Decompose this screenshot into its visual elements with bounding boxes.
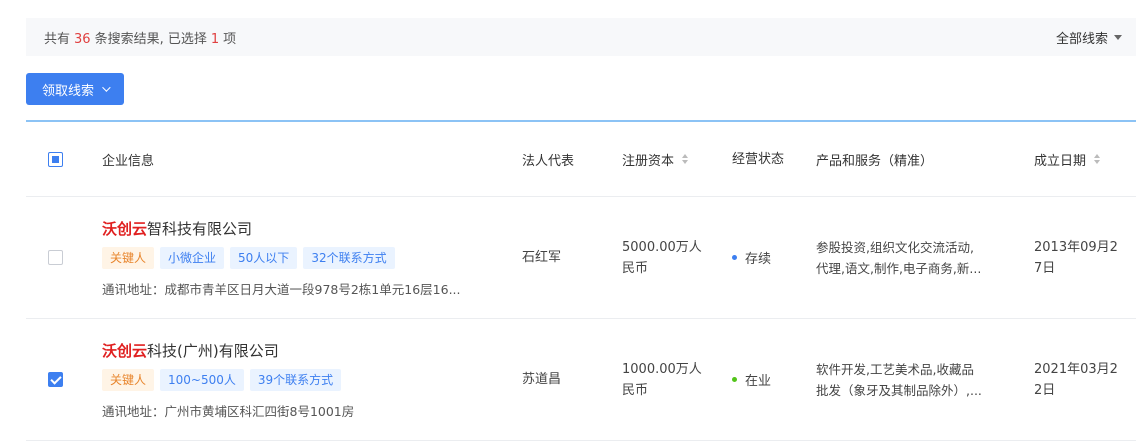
claim-leads-label: 领取线索 bbox=[42, 83, 95, 99]
products-line-1: 参股投资,组织文化交流活动, bbox=[816, 239, 974, 255]
selected-count: 1 bbox=[210, 31, 220, 47]
date-line-1: 2021年03月2 bbox=[1034, 361, 1118, 377]
chevron-down-icon bbox=[102, 83, 111, 92]
founded-date: 2021年03月2 2日 bbox=[1034, 359, 1134, 401]
tag-contacts[interactable]: 32个联系方式 bbox=[303, 246, 395, 269]
status-dot bbox=[732, 377, 737, 382]
tag-key-person[interactable]: 关键人 bbox=[102, 246, 155, 269]
company-name-rest: 科技(广州)有限公司 bbox=[147, 341, 279, 360]
summary-middle: 条搜索结果, 已选择 bbox=[94, 31, 207, 47]
lead-filter-label: 全部线索 bbox=[1055, 31, 1108, 47]
company-address: 通讯地址：广州市黄埔区科汇四街8号1001房 bbox=[102, 403, 355, 419]
date-line-2: 2日 bbox=[1034, 382, 1056, 398]
header-info: 企业信息 bbox=[102, 153, 155, 169]
status-badge: 存续 bbox=[732, 248, 816, 267]
header-products: 产品和服务（精准） bbox=[816, 153, 934, 169]
products-line-2: 代理,语文,制作,电子商务,新... bbox=[816, 260, 982, 276]
company-name-rest: 智科技有限公司 bbox=[147, 219, 253, 238]
caret-down-icon bbox=[1114, 34, 1122, 40]
company-name-link[interactable]: 沃创云智科技有限公司 bbox=[102, 218, 522, 239]
table-row[interactable]: 沃创云智科技有限公司 关键人 小微企业 50人以下 32个联系方式 通讯地址：成… bbox=[26, 197, 1136, 319]
tag-employees[interactable]: 50人以下 bbox=[230, 246, 298, 269]
products-line-2: 批发（象牙及其制品除外）,... bbox=[816, 382, 982, 398]
products-services: 软件开发,工艺美术品,收藏品 批发（象牙及其制品除外）,... bbox=[816, 359, 1034, 401]
company-address: 通讯地址：成都市青羊区日月大道一段978号2栋1单元16层16... bbox=[102, 281, 461, 297]
claim-leads-button[interactable]: 领取线索 bbox=[26, 73, 125, 105]
row-checkbox[interactable] bbox=[48, 372, 63, 387]
registered-capital: 5000.00万人 民币 bbox=[622, 237, 732, 279]
status-badge: 在业 bbox=[732, 370, 816, 389]
lead-filter-dropdown[interactable]: 全部线索 bbox=[1056, 28, 1122, 47]
header-date: 成立日期 bbox=[1034, 153, 1087, 169]
company-tags: 关键人 100~500人 39个联系方式 bbox=[102, 368, 522, 391]
header-legal: 法人代表 bbox=[522, 153, 575, 169]
capital-line-2: 民币 bbox=[622, 260, 649, 276]
table-header: 企业信息 法人代表 注册资本 经营状态 产品和服务（精准） 成立日期 bbox=[26, 122, 1136, 197]
sort-icon bbox=[1094, 154, 1101, 164]
status-text: 在业 bbox=[745, 374, 772, 389]
row-checkbox[interactable] bbox=[48, 250, 63, 265]
header-capital-sort[interactable]: 注册资本 bbox=[622, 150, 689, 169]
tag-employees[interactable]: 100~500人 bbox=[160, 368, 244, 391]
tag-company-size[interactable]: 小微企业 bbox=[160, 246, 225, 269]
company-name-highlight: 沃创云 bbox=[102, 341, 148, 360]
status-dot bbox=[732, 255, 737, 260]
summary-suffix: 项 bbox=[223, 31, 237, 47]
date-line-1: 2013年09月2 bbox=[1034, 239, 1118, 255]
capital-line-1: 1000.00万人 bbox=[622, 361, 702, 377]
company-tags: 关键人 小微企业 50人以下 32个联系方式 bbox=[102, 246, 522, 269]
header-status: 经营状态 bbox=[732, 151, 785, 167]
result-summary-bar: 共有 36 条搜索结果, 已选择 1 项 全部线索 bbox=[26, 18, 1136, 56]
legal-representative: 苏道昌 bbox=[522, 372, 562, 387]
products-services: 参股投资,组织文化交流活动, 代理,语文,制作,电子商务,新... bbox=[816, 237, 1034, 279]
summary-prefix: 共有 bbox=[44, 31, 71, 47]
founded-date: 2013年09月2 7日 bbox=[1034, 237, 1134, 279]
products-line-1: 软件开发,工艺美术品,收藏品 bbox=[816, 361, 974, 377]
company-name-highlight: 沃创云 bbox=[102, 219, 148, 238]
header-date-sort[interactable]: 成立日期 bbox=[1034, 150, 1101, 169]
registered-capital: 1000.00万人 民币 bbox=[622, 359, 732, 401]
table-row[interactable]: 沃创云科技(广州)有限公司 关键人 100~500人 39个联系方式 通讯地址：… bbox=[26, 319, 1136, 441]
select-all-checkbox[interactable] bbox=[48, 151, 63, 167]
capital-line-1: 5000.00万人 bbox=[622, 239, 702, 255]
status-text: 存续 bbox=[745, 252, 772, 267]
legal-representative: 石红军 bbox=[522, 250, 562, 265]
company-name-link[interactable]: 沃创云科技(广州)有限公司 bbox=[102, 340, 522, 361]
company-table: 企业信息 法人代表 注册资本 经营状态 产品和服务（精准） 成立日期 沃创云智科… bbox=[26, 120, 1136, 441]
sort-icon bbox=[682, 154, 689, 164]
result-count-text: 共有 36 条搜索结果, 已选择 1 项 bbox=[44, 28, 236, 47]
date-line-2: 7日 bbox=[1034, 260, 1056, 276]
tag-contacts[interactable]: 39个联系方式 bbox=[249, 368, 342, 391]
header-capital: 注册资本 bbox=[622, 153, 675, 169]
capital-line-2: 民币 bbox=[622, 382, 649, 398]
total-count: 36 bbox=[74, 31, 91, 47]
tag-key-person[interactable]: 关键人 bbox=[102, 368, 155, 391]
